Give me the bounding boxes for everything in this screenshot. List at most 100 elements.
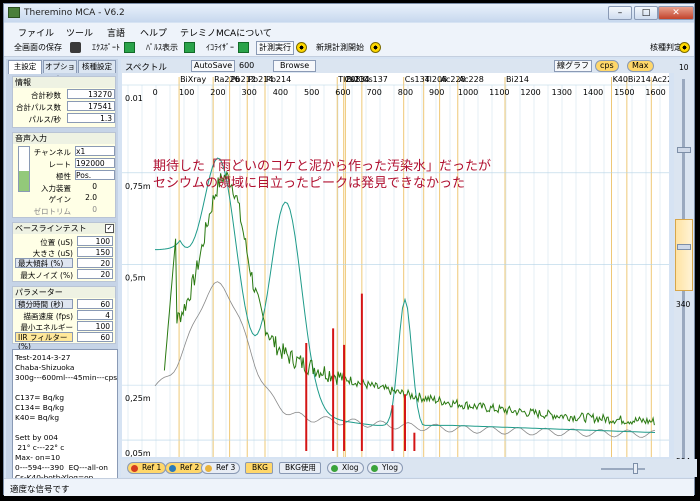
zero-trim-value[interactable]: 0	[75, 205, 99, 215]
integration-time-value[interactable]: 60	[77, 299, 113, 309]
save-all-button[interactable]: 全画面の保存	[14, 42, 62, 53]
ref2-button[interactable]: Ref 2	[165, 462, 205, 474]
browse-button[interactable]: Browse	[273, 60, 317, 72]
horizontal-slider-thumb[interactable]	[633, 463, 638, 474]
main-window: Theremino MCA - V6.2 – □ ✕ ファイル ツール 言語 ヘ…	[3, 3, 697, 496]
isotope-label: Cs137	[363, 75, 388, 84]
range-slider[interactable]	[675, 219, 693, 291]
close-button[interactable]: ✕	[658, 6, 694, 20]
x-tick-label: 500	[304, 88, 319, 97]
max-noise-label: 最大ノイズ (%)	[20, 271, 73, 280]
xlog-dot-icon	[331, 465, 338, 472]
isotope-label: Bi214	[628, 75, 651, 84]
y-tick-label: 0,25m	[125, 394, 151, 403]
max-slope-value[interactable]: 20	[77, 258, 113, 268]
isotope-label: Ac228	[652, 75, 669, 84]
ref1-button[interactable]: Ref 1	[127, 462, 167, 474]
nuclide-detect-button[interactable]: 核種判定	[650, 42, 682, 53]
ref3-button[interactable]: Ref 3	[201, 462, 241, 474]
spectrum-bottom-bar: Ref 1 Ref 2 Ref 3 BKG BKG使用 Xlog Ylog	[121, 459, 697, 477]
autosave-button[interactable]: AutoSave	[191, 60, 236, 72]
x-tick-label: 1200	[520, 88, 540, 97]
export-button[interactable]: ｴｸｽﾎﾟｰﾄ	[92, 42, 120, 53]
window-title: Theremino MCA - V6.2	[24, 8, 125, 18]
baseline-test-checkbox[interactable]: ✓	[105, 224, 114, 233]
right-slider-panel: 10 340 594 390	[674, 59, 694, 476]
app-icon	[8, 7, 20, 18]
ref1-dot-icon	[131, 465, 138, 472]
ref2-dot-icon	[169, 465, 176, 472]
draw-speed-value[interactable]: 4	[77, 310, 113, 320]
ref3-dot-icon	[205, 465, 212, 472]
new-measure-button[interactable]: 新規計測開始	[316, 42, 364, 53]
menu-help[interactable]: ヘルプ	[140, 26, 167, 39]
size-value[interactable]: 150	[77, 247, 113, 257]
spectrum-chart[interactable]: 0 100 200 300 400 500 600 700 800 900 1000 1100 1200…	[122, 73, 677, 458]
info-header: 情報	[13, 77, 115, 88]
bkg-button[interactable]: BKG	[245, 462, 273, 474]
position-label: 位置 (uS)	[40, 238, 73, 247]
line-graph-button[interactable]: 線グラフ	[554, 60, 592, 72]
spectrum-label: スペクトル	[125, 63, 167, 73]
iir-filter-button[interactable]: IIR フィルター (%)	[15, 332, 73, 351]
horizontal-slider-track[interactable]	[601, 468, 645, 470]
y-tick-label: 0,05m	[125, 449, 151, 457]
isotope-label: Pb214	[266, 75, 291, 84]
info-section: 情報 合計秒数 13270 合計パルス数 17541 パルス/秒 1.3	[12, 76, 116, 128]
ylog-dot-icon	[371, 465, 378, 472]
equalizer-button[interactable]: ｲｺﾗｲｻﾞｰ	[206, 42, 234, 53]
input-device-value[interactable]: 0	[75, 182, 99, 192]
total-pulses-value: 17541	[67, 101, 115, 111]
iir-filter-value[interactable]: 60	[77, 332, 113, 342]
radiation-icon	[370, 42, 381, 53]
menu-language[interactable]: 言語	[107, 26, 125, 39]
max-button[interactable]: Max	[627, 60, 654, 72]
camera-icon	[70, 42, 81, 53]
tab-options[interactable]: オプション	[43, 60, 77, 83]
annotation-line-1: 期待した「雨どいのコケと泥から作った汚染水」だったが	[153, 159, 491, 174]
tab-nuclide-settings[interactable]: 核種設定	[78, 60, 116, 73]
x-tick-label: 900	[429, 88, 444, 97]
bkg-use-button[interactable]: BKG使用	[279, 462, 321, 474]
menu-file[interactable]: ファイル	[18, 26, 54, 39]
autosave-value[interactable]: 600	[239, 61, 254, 70]
x-tick-label: 600	[335, 88, 350, 97]
xlog-button[interactable]: Xlog	[327, 462, 364, 474]
minimize-button[interactable]: –	[608, 6, 632, 20]
y-tick-label: 0.01	[125, 94, 143, 103]
min-energy-value[interactable]: 100	[77, 321, 113, 331]
slider-thumb-upper[interactable]	[677, 147, 691, 153]
polarity-select[interactable]: Pos.	[75, 170, 115, 180]
isotope-label: Ac228	[459, 75, 484, 84]
position-value[interactable]: 100	[77, 236, 113, 246]
radiation-icon	[296, 42, 307, 53]
slider-thumb-middle[interactable]	[677, 244, 691, 250]
x-tick-label: 800	[398, 88, 413, 97]
zero-trim-label: ゼロトリム	[33, 207, 72, 216]
channel-select[interactable]: x1	[75, 146, 115, 156]
parameters-header: パラメーター	[13, 287, 115, 298]
channel-label: チャンネル	[33, 148, 71, 157]
menu-tools[interactable]: ツール	[66, 26, 93, 39]
x-tick-label: 200	[210, 88, 225, 97]
rate-select[interactable]: 192000	[75, 158, 115, 168]
notes-textarea[interactable]: Test-2014-3-27 Chaba-Shizuoka 300g---600…	[12, 349, 118, 485]
gain-value[interactable]: 2.0	[75, 193, 99, 203]
spectrum-curve	[163, 170, 655, 426]
scale-top-value: 10	[679, 63, 689, 72]
integration-time-button[interactable]: 積分時間 (秒)	[15, 299, 73, 309]
menu-about[interactable]: テレミノMCAについて	[180, 26, 272, 39]
spectrum-svg: 0 100 200 300 400 500 600 700 800 900 1000 1100 1200…	[122, 75, 677, 458]
audio-input-section: 音声入力 チャンネル x1 レート 192000 極性 Pos. 入力装置 0 …	[12, 132, 116, 218]
tab-main-settings[interactable]: 主設定	[8, 60, 42, 74]
max-noise-value[interactable]: 20	[77, 269, 113, 279]
cps-button[interactable]: cps	[595, 60, 619, 72]
max-slope-button[interactable]: 最大傾斜 (%)	[15, 258, 73, 268]
title-bar: Theremino MCA - V6.2 – □ ✕	[4, 4, 694, 22]
pulse-view-button[interactable]: ﾊﾟﾙｽ表示	[146, 42, 178, 53]
settings-panel: 主設定 オプション 核種設定 情報 合計秒数 13270 合計パルス数 1754…	[6, 59, 118, 487]
ylog-button[interactable]: Ylog	[367, 462, 404, 474]
pulse-icon	[184, 42, 195, 53]
maximize-button[interactable]: □	[634, 6, 658, 20]
measure-run-button[interactable]: 計測実行	[256, 41, 294, 55]
